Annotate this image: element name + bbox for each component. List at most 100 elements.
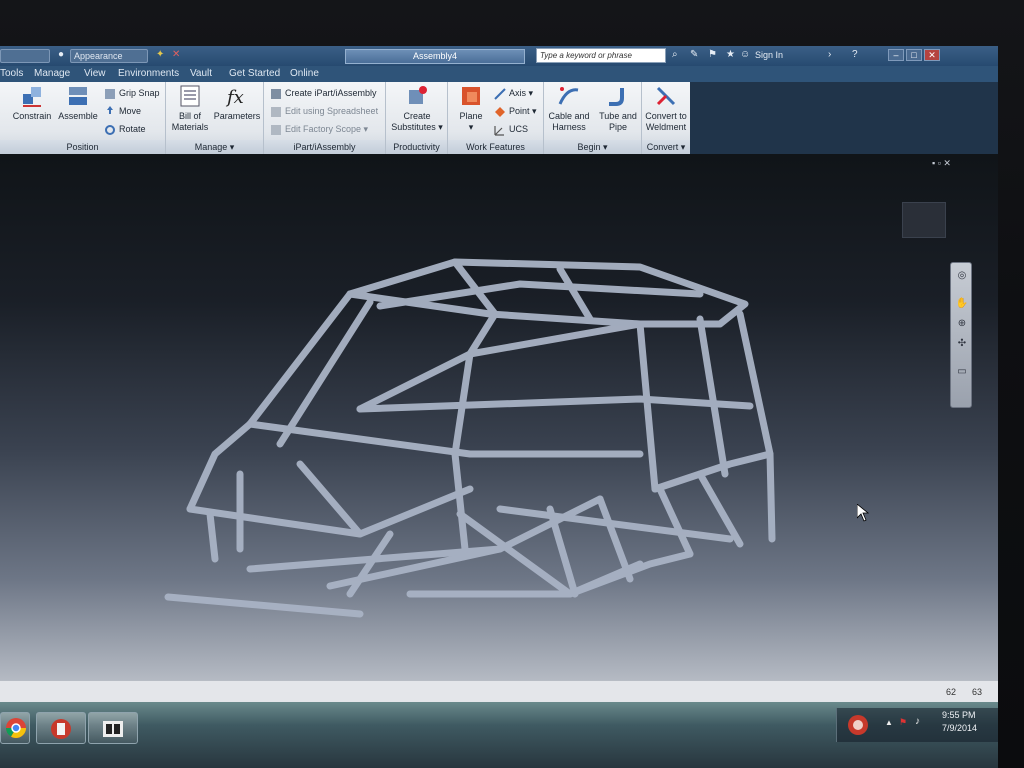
- assemble-button[interactable]: Assemble: [56, 84, 100, 122]
- panel-position: Constrain Assemble Grip Snap Move Rotate…: [0, 82, 166, 154]
- manage-panel-label[interactable]: Manage ▾: [166, 140, 263, 154]
- plane-button[interactable]: Plane ▾: [452, 84, 490, 133]
- rotate-icon: [105, 124, 115, 135]
- tray-app-icon[interactable]: [847, 714, 869, 736]
- constrain-icon: [23, 87, 41, 107]
- move-button[interactable]: Move: [104, 104, 141, 118]
- begin-panel-label[interactable]: Begin ▾: [544, 140, 641, 154]
- convert-panel-label[interactable]: Convert ▾: [642, 140, 690, 154]
- plane-label: Plane: [459, 111, 483, 121]
- edit-spreadsheet-label: Edit using Spreadsheet: [285, 106, 379, 116]
- point-button[interactable]: Point ▾: [494, 104, 537, 118]
- parameters-label: Parameters: [213, 111, 261, 121]
- rotate-label: Rotate: [119, 124, 146, 134]
- create-ipart-label: Create iPart/iAssembly: [285, 88, 377, 98]
- close-small-icon[interactable]: ✕: [172, 49, 180, 60]
- grip-snap-label: Grip Snap: [119, 88, 160, 98]
- fx-small-icon[interactable]: ✦: [156, 49, 164, 60]
- tab-vault[interactable]: Vault: [190, 68, 212, 79]
- taskbar: ▲ ⚑ ♪ 9:55 PM 7/9/2014: [0, 702, 998, 768]
- status-count-2: 63: [972, 687, 983, 697]
- document-title: Assembly4: [345, 49, 525, 64]
- mouse-cursor: [857, 504, 869, 522]
- subscription-icon[interactable]: ⚑: [708, 49, 717, 60]
- search-input[interactable]: Type a keyword or phrase: [536, 48, 666, 63]
- bom-label-1: Bill of: [178, 111, 201, 121]
- productivity-panel-label: Productivity: [386, 140, 447, 154]
- status-bar: 62 63: [0, 680, 998, 702]
- quick-access-dropdown[interactable]: [0, 49, 50, 63]
- convert-weldment-button[interactable]: Convert to Weldment: [642, 84, 690, 133]
- cable-harness-icon: [558, 87, 579, 105]
- show-hidden-icons-icon[interactable]: ▲: [885, 718, 893, 727]
- bom-label-2: Materials: [171, 122, 209, 132]
- create-substitutes-button[interactable]: Create Substitutes ▾: [390, 84, 444, 133]
- cable-harness-button[interactable]: Cable and Harness: [546, 84, 592, 133]
- grip-snap-button[interactable]: Grip Snap: [104, 86, 160, 100]
- ribbon-empty-area: [690, 82, 998, 154]
- menu-bar: Tools Manage View Environments Vault Get…: [0, 66, 998, 82]
- create-ipart-button[interactable]: Create iPart/iAssembly: [270, 86, 377, 100]
- position-panel-label: Position: [0, 140, 165, 154]
- chevron-icon[interactable]: ›: [828, 49, 831, 60]
- graphics-viewport[interactable]: ▪ ▫ ✕ ◎ ✋ ⊕ ✣ ▭: [0, 154, 998, 744]
- tab-online[interactable]: Online: [290, 68, 319, 79]
- edit-spreadsheet-button[interactable]: Edit using Spreadsheet: [270, 104, 378, 118]
- ucs-button[interactable]: UCS: [494, 122, 528, 136]
- tube-pipe-icon: [609, 88, 624, 106]
- edit-factory-scope-button[interactable]: Edit Factory Scope ▾: [270, 122, 368, 136]
- taskbar-chrome-button[interactable]: [0, 712, 30, 744]
- maximize-button[interactable]: □: [906, 49, 922, 61]
- help-icon[interactable]: ?: [852, 49, 858, 60]
- title-bar: ● Appearance ✦ ✕ Assembly4 Type a keywor…: [0, 46, 998, 66]
- weldment-label-2: Weldment: [645, 122, 687, 132]
- tab-manage[interactable]: Manage: [34, 68, 70, 79]
- tab-get-started[interactable]: Get Started: [229, 68, 280, 79]
- material-icon[interactable]: ●: [58, 49, 64, 60]
- panel-work-features: Plane ▾ Axis ▾ Point ▾ UCS Work Features: [448, 82, 544, 154]
- plane-icon: [462, 87, 480, 105]
- create-substitutes-label-1: Create: [403, 111, 431, 121]
- minimize-button[interactable]: –: [888, 49, 904, 61]
- constrain-button[interactable]: Constrain: [10, 84, 54, 122]
- create-ipart-icon: [271, 88, 281, 99]
- app-icon: [103, 721, 123, 737]
- star-icon[interactable]: ★: [726, 49, 735, 60]
- network-icon[interactable]: ⚑: [899, 717, 907, 728]
- tab-tools[interactable]: Tools: [0, 68, 23, 79]
- cable-harness-label-1: Cable and: [548, 111, 590, 121]
- taskbar-inventor-button[interactable]: [36, 712, 86, 744]
- grip-snap-icon: [105, 88, 115, 99]
- tab-environments[interactable]: Environments: [118, 68, 179, 79]
- roll-cage-model[interactable]: [0, 154, 998, 744]
- rotate-button[interactable]: Rotate: [104, 122, 146, 136]
- clock-date[interactable]: 7/9/2014: [942, 723, 977, 733]
- status-count-1: 62: [946, 687, 957, 697]
- ucs-icon: [494, 125, 504, 136]
- parameters-button[interactable]: fx Parameters: [212, 84, 262, 122]
- axis-button[interactable]: Axis ▾: [494, 86, 533, 100]
- weldment-icon: [656, 86, 676, 106]
- screen: ● Appearance ✦ ✕ Assembly4 Type a keywor…: [0, 46, 998, 768]
- user-icon[interactable]: ☺: [740, 49, 750, 60]
- manage-label: Manage: [194, 142, 228, 152]
- assemble-label: Assemble: [58, 111, 98, 121]
- ucs-label: UCS: [509, 124, 529, 134]
- ribbon: Constrain Assemble Grip Snap Move Rotate…: [0, 82, 690, 154]
- bill-of-materials-icon: [180, 85, 200, 107]
- bill-of-materials-button[interactable]: Bill of Materials: [170, 84, 210, 133]
- tube-pipe-label-2: Pipe: [608, 122, 627, 132]
- sign-in-link[interactable]: Sign In: [755, 50, 783, 60]
- create-substitutes-label-2: Substitutes: [391, 122, 436, 132]
- begin-label: Begin: [577, 142, 601, 152]
- edit-factory-scope-label: Edit Factory Scope: [285, 124, 362, 134]
- tools-icon[interactable]: ✎: [690, 49, 698, 60]
- taskbar-app-button[interactable]: [88, 712, 138, 744]
- tab-view[interactable]: View: [84, 68, 106, 79]
- tube-pipe-button[interactable]: Tube and Pipe: [596, 84, 640, 133]
- volume-icon[interactable]: ♪: [915, 716, 920, 727]
- close-button[interactable]: ✕: [924, 49, 940, 61]
- binoculars-icon[interactable]: ⌕: [672, 49, 678, 60]
- clock-time[interactable]: 9:55 PM: [942, 710, 976, 720]
- appearance-dropdown[interactable]: Appearance: [70, 49, 148, 63]
